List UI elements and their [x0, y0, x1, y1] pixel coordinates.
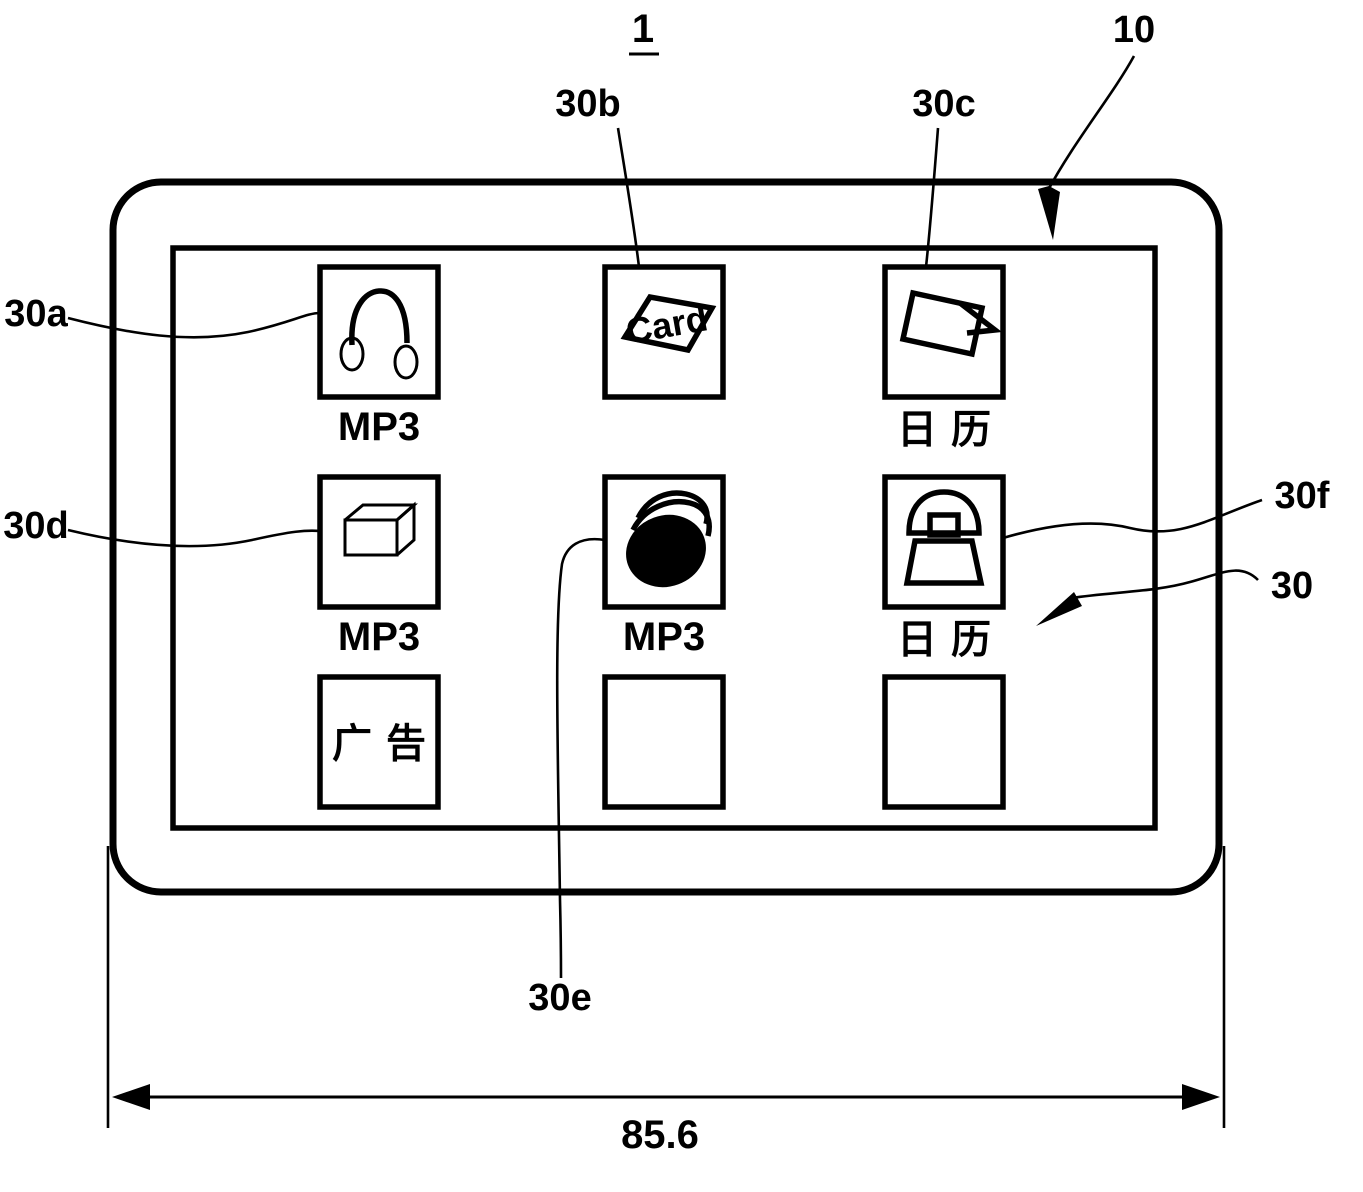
figure-title-group: 1 — [629, 7, 659, 56]
figure-title: 1 — [632, 7, 654, 51]
icon-box-empty-1[interactable] — [602, 674, 726, 810]
leader-30e: 30e — [528, 537, 606, 1019]
dim-label: 85.6 — [621, 1113, 699, 1157]
camera-lens-icon — [626, 490, 712, 588]
icon-box-30a[interactable] — [317, 264, 441, 400]
icon-caption-30f: 日 历 — [897, 617, 991, 663]
ref-label-30d: 30d — [3, 505, 68, 547]
leader-line-30e — [555, 537, 606, 979]
ref-label-10: 10 — [1113, 9, 1155, 51]
leader-30d: 30d — [3, 505, 321, 548]
ref-label-30f: 30f — [1275, 475, 1330, 517]
leader-line-30 — [1071, 569, 1259, 600]
cube-icon — [343, 501, 418, 557]
ref-label-30b: 30b — [555, 83, 620, 125]
icon-caption-30e: MP3 — [623, 615, 705, 659]
card-icon-text: Card — [623, 297, 711, 352]
icon-tile-30f[interactable]: 日 历 — [882, 474, 1006, 663]
icon-box-30d[interactable] — [317, 474, 441, 610]
icon-caption-30c: 日 历 — [897, 407, 991, 453]
icon-tile-30c[interactable]: 日 历 — [882, 264, 1006, 453]
leader-line-30d — [67, 528, 321, 548]
leader-30f: 30f — [1002, 475, 1330, 540]
icon-tile-empty-1[interactable] — [602, 674, 726, 810]
leader-30: 30 — [1036, 565, 1313, 626]
icon-tile-30a[interactable]: MP3 — [317, 264, 441, 449]
card-icon: Card — [620, 293, 717, 354]
icon-tile-30d[interactable]: MP3 — [317, 474, 441, 659]
icon-tile-empty-2[interactable] — [882, 674, 1006, 810]
icon-caption-30a: MP3 — [338, 405, 420, 449]
icon-tile-30e[interactable]: MP3 — [602, 474, 726, 659]
telephone-icon — [903, 489, 985, 586]
leader-10: 10 — [1038, 9, 1155, 240]
leader-30a: 30a — [4, 293, 321, 339]
ref-label-30: 30 — [1271, 565, 1313, 607]
dim-arrow-right — [1182, 1084, 1220, 1110]
ad-icon-text: 广 告 — [332, 721, 426, 767]
calendar-icon — [899, 289, 1003, 358]
icon-tile-ad[interactable]: 广 告 — [317, 674, 441, 810]
ref-label-30c: 30c — [912, 83, 975, 125]
leader-line-10 — [1045, 55, 1136, 193]
ref-label-30a: 30a — [4, 293, 68, 335]
ref-label-30e: 30e — [528, 977, 591, 1019]
patent-figure: 1 MP3 Card 日 历 MP3 MP3 日 历 广 告 30b 30c 1… — [0, 0, 1363, 1192]
leader-arrow-30 — [1036, 592, 1082, 626]
leader-arrow-10 — [1038, 186, 1060, 240]
leader-line-30f — [1002, 498, 1263, 540]
leader-line-30a — [67, 311, 321, 339]
leader-30c: 30c — [912, 83, 976, 268]
headphones-icon — [339, 288, 419, 380]
icon-tile-30b[interactable]: Card — [602, 264, 726, 400]
leader-30b: 30b — [555, 83, 641, 268]
dim-arrow-left — [112, 1084, 150, 1110]
icon-box-empty-2[interactable] — [882, 674, 1006, 810]
icon-caption-30d: MP3 — [338, 615, 420, 659]
